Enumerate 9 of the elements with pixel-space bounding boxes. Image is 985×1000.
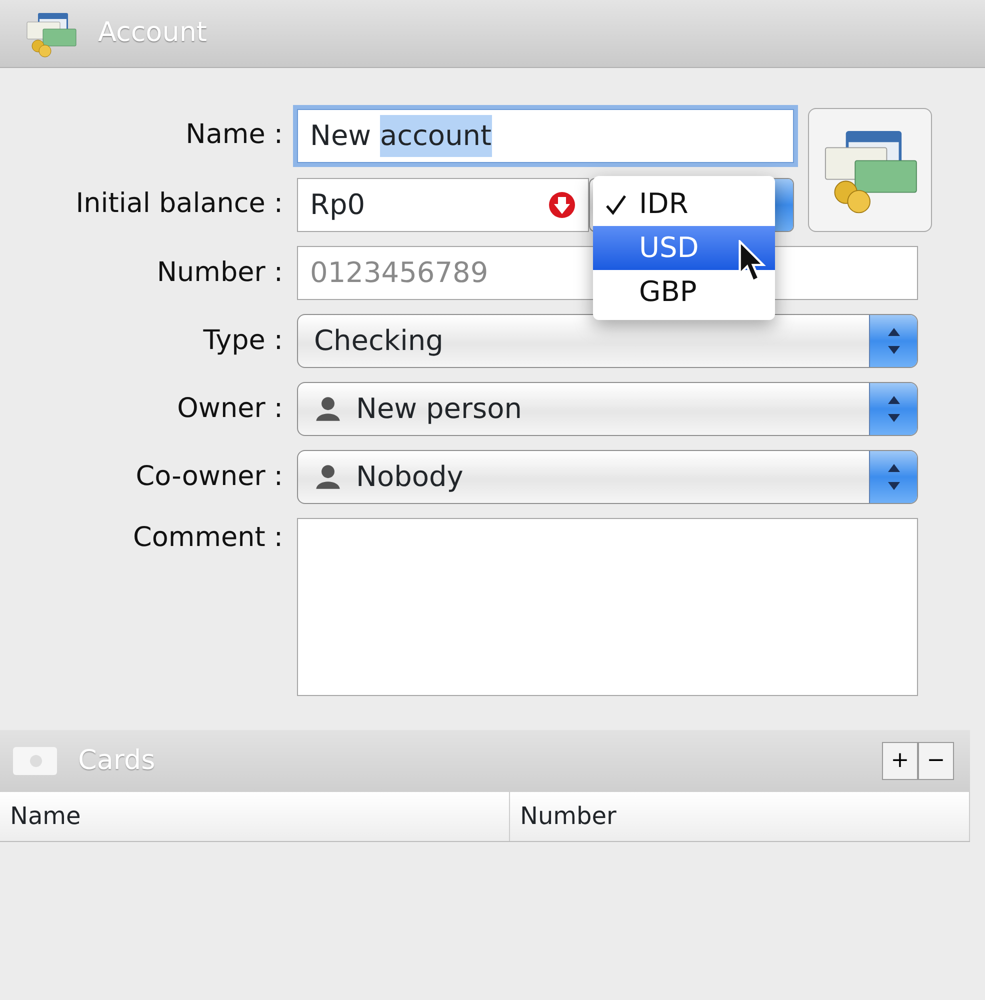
field-label: Comment : <box>132 521 283 555</box>
section-title: Cards <box>78 744 156 778</box>
field-label: Owner : <box>176 392 283 426</box>
field-label: Initial balance : <box>74 187 283 222</box>
field-label: Type : <box>202 324 283 358</box>
field-label: Co-owner : <box>134 460 283 494</box>
field-label: Number : <box>156 256 283 290</box>
field-label: Name : <box>184 118 283 152</box>
window-title: Account <box>98 16 208 50</box>
